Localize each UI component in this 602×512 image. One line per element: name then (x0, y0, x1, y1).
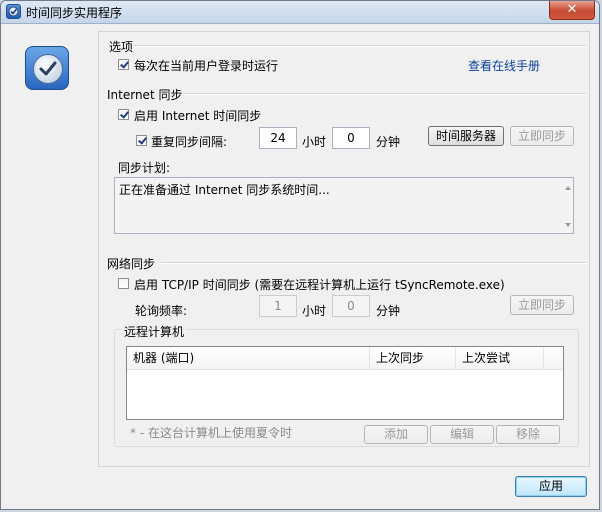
repeat-sync-checkbox[interactable] (136, 135, 147, 146)
internet-sync-now-button[interactable]: 立即同步 (510, 126, 574, 146)
settings-panel: 选项 每次在当前用户登录时运行 查看在线手册 Internet 同步 启用 In… (98, 31, 590, 467)
repeat-minutes-input[interactable]: 0 (332, 127, 370, 149)
window-title: 时间同步实用程序 (26, 6, 123, 20)
poll-hours-input[interactable]: 1 (259, 295, 297, 317)
run-on-login-label: 每次在当前用户登录时运行 (134, 59, 279, 73)
options-divider (134, 45, 586, 47)
remote-computers-list[interactable]: 机器 (端口) 上次同步 上次尝试 (126, 346, 564, 420)
enable-tcpip-sync-label: 启用 TCP/IP 时间同步 (需要在远程计算机上运行 tSyncRemote.… (134, 278, 505, 292)
internet-sync-section-title: Internet 同步 (107, 88, 183, 102)
app-title-icon (6, 4, 21, 19)
enable-tcpip-sync-checkbox[interactable] (118, 278, 129, 289)
options-section-title: 选项 (109, 40, 134, 54)
schedule-textarea[interactable]: 正在准备通过 Internet 同步系统时间... (114, 177, 574, 234)
list-header: 机器 (端口) 上次同步 上次尝试 (127, 347, 563, 370)
repeat-hours-unit: 小时 (302, 135, 327, 149)
run-on-login-checkbox[interactable] (118, 59, 129, 70)
column-last-sync[interactable]: 上次同步 (370, 347, 456, 369)
poll-minutes-unit: 分钟 (376, 304, 401, 318)
poll-hours-unit: 小时 (302, 304, 327, 318)
enable-internet-sync-checkbox[interactable] (118, 109, 129, 120)
repeat-sync-label: 重复同步间隔: (151, 135, 228, 149)
internet-sync-divider (185, 93, 586, 95)
close-icon: ✕ (566, 2, 578, 17)
enable-internet-sync-label: 启用 Internet 时间同步 (134, 109, 262, 123)
scroll-up-icon[interactable] (565, 186, 571, 190)
add-button[interactable]: 添加 (364, 425, 428, 444)
remote-computers-title: 远程计算机 (122, 323, 187, 340)
dst-note: * - 在这台计算机上使用夏令时 (130, 426, 292, 440)
online-manual-link[interactable]: 查看在线手册 (468, 57, 540, 74)
network-sync-section-title: 网络同步 (107, 257, 156, 271)
edit-button[interactable]: 编辑 (430, 425, 494, 444)
title-bar[interactable]: 时间同步实用程序 ✕ (1, 1, 599, 24)
clock-check-icon (25, 46, 69, 90)
time-server-button[interactable]: 时间服务器 (428, 126, 504, 146)
network-sync-divider (161, 262, 586, 264)
poll-frequency-label: 轮询频率: (135, 304, 188, 318)
scroll-down-icon[interactable] (565, 223, 571, 227)
main-window: 时间同步实用程序 ✕ 选项 每次在当前用户登录时运行 查看在线手册 Intern… (0, 0, 600, 510)
poll-minutes-input[interactable]: 0 (332, 295, 370, 317)
repeat-minutes-unit: 分钟 (376, 135, 401, 149)
apply-button[interactable]: 应用 (515, 476, 587, 497)
network-sync-now-button[interactable]: 立即同步 (510, 295, 574, 315)
column-last-attempt[interactable]: 上次尝试 (456, 347, 544, 369)
remove-button[interactable]: 移除 (496, 425, 560, 444)
schedule-text: 正在准备通过 Internet 同步系统时间... (119, 183, 330, 197)
repeat-hours-input[interactable]: 24 (259, 127, 297, 149)
close-button[interactable]: ✕ (549, 1, 595, 20)
column-machine[interactable]: 机器 (端口) (127, 347, 370, 369)
schedule-label: 同步计划: (118, 161, 171, 175)
